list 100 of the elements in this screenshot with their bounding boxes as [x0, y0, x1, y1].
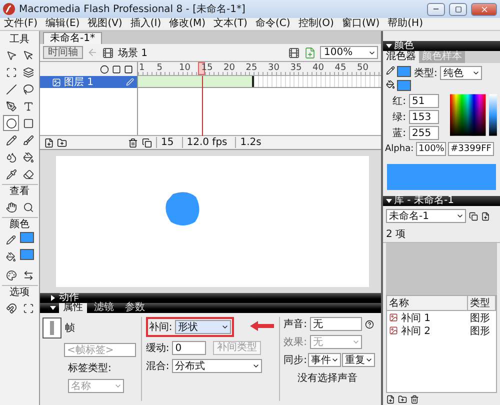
- oval-tool[interactable]: [3, 115, 19, 131]
- fill-swatch[interactable]: [20, 249, 34, 260]
- default-colors-icon: [6, 270, 16, 280]
- color-picker[interactable]: [450, 94, 486, 136]
- close-button[interactable]: [471, 2, 497, 16]
- edit-scene-icon: [288, 46, 300, 58]
- sound-dropdown[interactable]: 无: [310, 317, 362, 331]
- elapsed-time: 1.2s: [235, 137, 266, 148]
- frame-number: 1: [139, 63, 145, 73]
- actions-bar[interactable]: 动作: [40, 293, 381, 303]
- menu-item[interactable]: 视图(V): [84, 18, 126, 30]
- menu-item[interactable]: 帮助(H): [384, 18, 427, 30]
- channel-field[interactable]: 153: [409, 110, 439, 124]
- library-panel-header[interactable]: 库 - 未命名-1: [383, 196, 500, 206]
- pen-icon: [6, 100, 16, 112]
- circle-icon: [6, 118, 16, 128]
- add-folder-icon: [57, 138, 67, 148]
- eraser-icon: [22, 168, 34, 180]
- menu-item[interactable]: 控制(O): [294, 18, 338, 30]
- tween-label: 补间:: [148, 320, 172, 334]
- hand-icon: [6, 202, 16, 212]
- blend-label: 混合:: [146, 360, 170, 373]
- blend-dropdown[interactable]: 分布式: [172, 359, 262, 373]
- channel-label: 蓝:: [392, 126, 406, 140]
- trash-icon: [128, 138, 138, 148]
- frame-icon: [42, 317, 62, 339]
- hex-field[interactable]: #3399FF: [448, 142, 494, 156]
- bucket-icon: [6, 252, 16, 262]
- new-symbol-icon: [386, 394, 395, 404]
- outline-icon: [124, 64, 133, 74]
- collapse-icon: [386, 43, 392, 49]
- channel-label: 绿:: [392, 111, 406, 124]
- menu-item[interactable]: 修改(M): [165, 18, 210, 30]
- color-panel-header[interactable]: 颜色: [383, 41, 500, 51]
- sound-label: 声音:: [284, 318, 307, 331]
- zoom-dropdown[interactable]: 100%: [320, 46, 378, 59]
- frame-label: 帧: [65, 322, 75, 335]
- menu-item[interactable]: 命令(C): [251, 18, 294, 30]
- label-type-label: 标签类型:: [68, 362, 112, 375]
- sync-dropdown[interactable]: 事件: [308, 353, 341, 367]
- arrow-icon: [6, 50, 16, 60]
- pencil-icon: [6, 134, 16, 146]
- collapse-icon: [50, 305, 56, 311]
- ease-field[interactable]: 0: [172, 341, 206, 355]
- effect-label: 效果:: [284, 336, 307, 349]
- frame-number: 30: [268, 63, 280, 73]
- frame-rate: 12.0 fps: [182, 137, 232, 148]
- bucket-icon: [22, 152, 34, 162]
- annotation-arrow: [250, 321, 274, 331]
- sound-status: 没有选择声音: [298, 372, 359, 385]
- channel-field[interactable]: 255: [409, 126, 439, 140]
- timeline-button[interactable]: 时间轴: [43, 46, 83, 59]
- droplets-icon: [6, 152, 16, 162]
- minimize-button[interactable]: [427, 2, 445, 16]
- fill-swatch[interactable]: [397, 80, 411, 91]
- brightness-gradient: [489, 94, 497, 136]
- section-label: 查看: [10, 186, 30, 198]
- eye-icon: [100, 64, 109, 74]
- type-dropdown[interactable]: 纯色: [440, 66, 482, 80]
- channel-field[interactable]: 51: [409, 94, 439, 108]
- menu-item[interactable]: 窗口(W): [338, 18, 384, 30]
- menu-item[interactable]: 文本(T): [210, 18, 252, 30]
- stroke-swatch[interactable]: [20, 232, 34, 243]
- trash-icon: [410, 394, 419, 404]
- stroke-swatch[interactable]: [397, 66, 411, 77]
- section-label: 选项: [10, 287, 30, 299]
- lasso-icon: [22, 84, 34, 94]
- menu-item[interactable]: 文件(F): [0, 18, 42, 30]
- library-item[interactable]: 补间 1 图形: [387, 311, 496, 324]
- maximize-button[interactable]: [449, 2, 467, 16]
- current-frame: 15: [156, 137, 178, 148]
- column-header[interactable]: 类型: [468, 296, 496, 310]
- document-tab[interactable]: 未命名-1*: [43, 32, 102, 44]
- toolbox-title: 工具: [10, 34, 30, 46]
- panel-tab[interactable]: 滤镜: [90, 303, 118, 313]
- alpha-field[interactable]: 100%: [416, 142, 446, 156]
- sync-label: 同步:: [284, 354, 307, 367]
- library-item[interactable]: 补间 2 图形: [387, 324, 496, 337]
- panel-tab[interactable]: 混色器: [383, 51, 419, 63]
- pointer-icon: [22, 50, 34, 60]
- frame-icon: [6, 66, 16, 78]
- swap-colors-icon: [22, 270, 34, 280]
- tween-dropdown[interactable]: 形状: [175, 320, 232, 334]
- line-icon: [6, 84, 16, 94]
- panel-tab[interactable]: 参数: [121, 303, 149, 313]
- frame-number: 25: [246, 63, 258, 73]
- library-dropdown[interactable]: 未命名-1: [386, 209, 466, 223]
- layer-row[interactable]: 图层 1: [40, 76, 138, 88]
- close-icon: [480, 4, 488, 14]
- column-header[interactable]: 名称: [387, 296, 468, 310]
- menu-item[interactable]: 编辑(E): [42, 18, 84, 30]
- scene-label: 场景 1: [118, 46, 148, 60]
- edit-symbol-icon: [304, 46, 316, 58]
- letter-icon: [22, 100, 34, 112]
- menu-item[interactable]: 插入(I): [126, 18, 166, 30]
- graphic-icon: [389, 313, 398, 322]
- repeat-dropdown[interactable]: 重复: [342, 353, 375, 367]
- alpha-label: Alpha:: [385, 144, 414, 154]
- pipette-icon: [6, 168, 16, 180]
- frame-number: 20: [224, 63, 235, 73]
